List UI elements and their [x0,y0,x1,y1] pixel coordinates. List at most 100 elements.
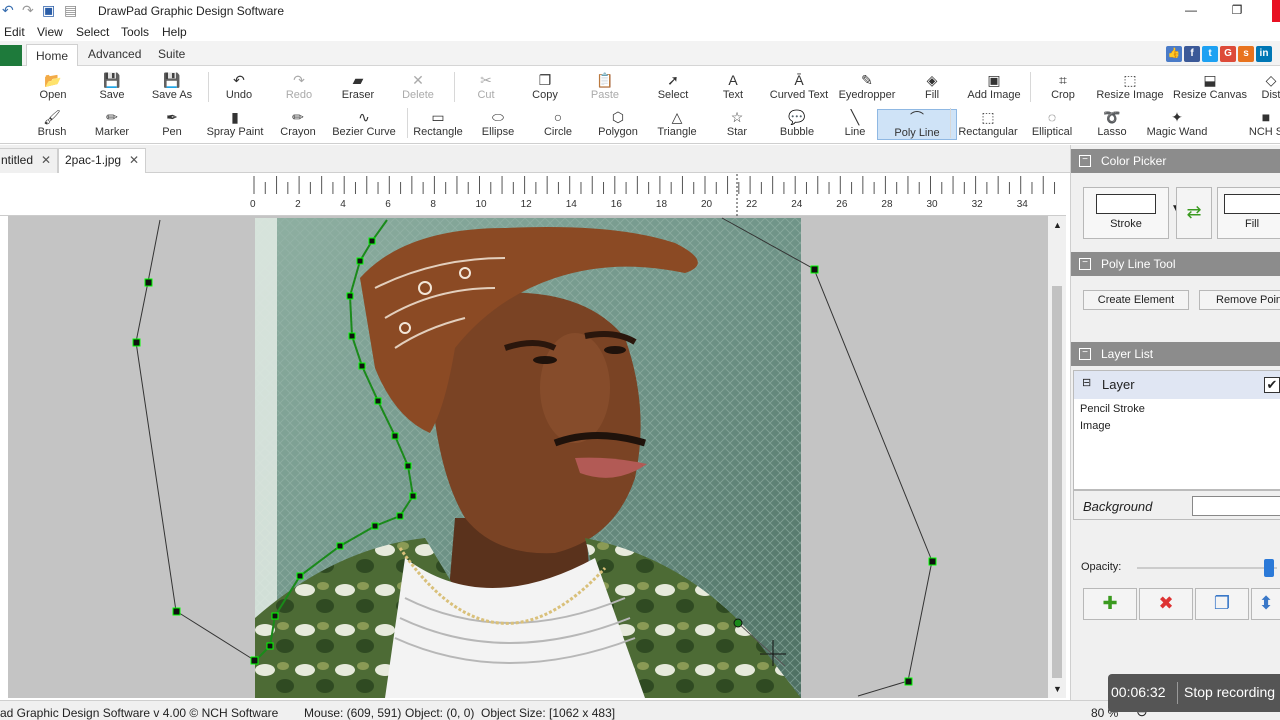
polyline-overlay[interactable] [0,216,1048,698]
doc-tab-image[interactable]: 2pac-1.jpg ✕ [58,148,147,173]
window-title: DrawPad Graphic Design Software [98,4,285,18]
close-button[interactable] [1272,0,1280,22]
restore-icon[interactable]: ❐ [1214,0,1260,20]
collapse-icon[interactable]: − [1079,348,1091,360]
nch-icon: ■ [1261,109,1271,125]
menu-view[interactable]: View [37,25,63,39]
swap-colors-button[interactable]: ⇄ [1176,187,1212,239]
tab-suite[interactable]: Suite [158,47,185,61]
fill-color-swatch[interactable]: Fill [1217,187,1280,239]
ribbon-tab-row: Home Advanced Suite 👍 f t Gs in [0,41,1280,67]
background-color-swatch[interactable] [1192,496,1280,516]
title-bar: ↶ ↷ ▣ ▤ DrawPad Graphic Design Software … [0,0,1280,22]
recording-time: 00:06:32 [1111,684,1166,700]
create-element-button[interactable]: Create Element [1083,290,1189,310]
magic-wand-icon: ✦ [1171,109,1183,125]
tool-dist[interactable]: ◇ Dist [1231,72,1280,101]
status-app-info: ad Graphic Design Software v 4.00 © NCH … [0,706,279,720]
background-row[interactable]: Background [1073,490,1280,520]
like-icon[interactable]: 👍 [1166,46,1182,62]
menu-tools[interactable]: Tools [121,25,149,39]
merge-layer-button[interactable]: ⬍ [1251,588,1280,620]
ruler-label: 28 [881,199,893,210]
ruler-label: 2 [295,199,301,210]
menu-select[interactable]: Select [76,25,109,39]
window-controls: — ❐ [1168,0,1280,22]
menu-bar: Edit View Select Tools Help [0,22,1280,41]
stroke-color-swatch[interactable]: Stroke [1083,187,1169,239]
swap-arrows-icon: ⇄ [1186,202,1202,222]
color-picker-header[interactable]: − Color Picker [1071,149,1280,173]
ruler-label: 20 [701,199,713,210]
ruler-label: 10 [476,199,488,210]
add-layer-button[interactable]: ✚ [1083,588,1137,620]
document-tabs: ntitled ✕ 2pac-1.jpg ✕ [0,145,1070,173]
file-tab[interactable] [0,45,22,66]
add-layer-icon: ✚ [1102,593,1118,613]
layer-item-pencil-stroke[interactable]: Pencil Stroke [1080,403,1145,415]
undo-icon[interactable]: ↶ [2,2,14,19]
ruler-label: 8 [430,199,436,210]
polyline-icon: ⌒ [910,110,924,126]
status-object-size: Object Size: [1062 x 483] [481,706,616,720]
layer-item-image[interactable]: Image [1080,420,1111,432]
tool-add-image[interactable]: ▣ Add Image [954,72,1034,101]
delete-layer-button[interactable]: ✖ [1139,588,1193,620]
poly-line-header[interactable]: − Poly Line Tool [1071,252,1280,276]
opacity-label: Opacity: [1081,561,1122,573]
close-tab-icon[interactable]: ✕ [41,153,51,167]
opacity-slider-thumb[interactable] [1264,559,1274,577]
duplicate-layer-button[interactable]: ❐ [1195,588,1249,620]
bezier-icon: ∿ [358,109,370,125]
resize-image-icon: ⬚ [1123,72,1137,88]
merge-layer-icon: ⬍ [1258,593,1274,613]
add-image-icon: ▣ [987,72,1001,88]
vertical-scrollbar[interactable]: ▲ ▼ [1048,216,1066,698]
layer-row[interactable]: ⊟ Layer ✔ [1074,371,1280,399]
scroll-down-icon[interactable]: ▼ [1053,684,1062,694]
stumbleupon-icon[interactable]: s [1238,46,1254,62]
linkedin-icon[interactable]: in [1256,46,1272,62]
collapse-icon[interactable]: − [1079,155,1091,167]
ruler-label: 16 [611,199,623,210]
tool-magic-wand[interactable]: ✦ Magic Wand [1137,109,1217,138]
menu-help[interactable]: Help [162,25,187,39]
google-plus-icon[interactable]: G [1220,46,1236,62]
facebook-icon[interactable]: f [1184,46,1200,62]
save-icon[interactable]: ▣ [42,2,55,19]
minimize-icon[interactable]: — [1168,0,1214,20]
collapse-icon[interactable]: ⊟ [1082,376,1091,389]
redo-icon[interactable]: ↷ [22,2,34,19]
twitter-icon[interactable]: t [1202,46,1218,62]
document-icon[interactable]: ▤ [64,2,77,19]
ruler-label: 14 [566,199,578,210]
opacity-slider-track[interactable] [1137,567,1277,569]
delete-layer-icon: ✖ [1158,593,1174,613]
stop-recording-button[interactable]: Stop recording [1184,684,1275,700]
scroll-thumb[interactable] [1052,286,1062,678]
layer-visible-checkbox[interactable]: ✔ [1264,377,1280,393]
tool-nch-s[interactable]: ■ NCH S [1226,109,1280,138]
right-panel: −Color Picker Stroke ▼ ⇄ Fill −Poly Line… [1070,145,1280,700]
tool-poly-line[interactable]: ⌒ Poly Line [877,109,957,140]
layer-list-header[interactable]: − Layer List [1071,342,1280,366]
menu-edit[interactable]: Edit [4,25,25,39]
tool-bezier-curve[interactable]: ∿ Bezier Curve [324,109,404,138]
scroll-up-icon[interactable]: ▲ [1053,220,1062,230]
tool-resize-image[interactable]: ⬚ Resize Image [1090,72,1170,101]
horizontal-ruler: 0 2 4 6 8 10 12 14 16 18 20 22 24 26 28 30 32 34 [0,174,1066,216]
ruler-label: 0 [250,199,256,210]
social-icons: 👍 f t Gs in [1164,45,1272,62]
doc-tab-untitled[interactable]: ntitled ✕ [0,148,59,173]
remove-point-button[interactable]: Remove Point [1199,290,1280,310]
tab-advanced[interactable]: Advanced [88,47,141,61]
duplicate-layer-icon: ❐ [1213,593,1231,613]
ruler-label: 34 [1017,199,1029,210]
close-tab-icon[interactable]: ✕ [129,153,139,167]
tab-home[interactable]: Home [26,44,78,67]
ruler-label: 30 [927,199,939,210]
collapse-icon[interactable]: − [1079,258,1091,270]
recording-overlay: 00:06:32 Stop recording [1108,674,1280,712]
status-object: Object: (0, 0) [405,706,475,720]
ruler-label: 26 [836,199,848,210]
